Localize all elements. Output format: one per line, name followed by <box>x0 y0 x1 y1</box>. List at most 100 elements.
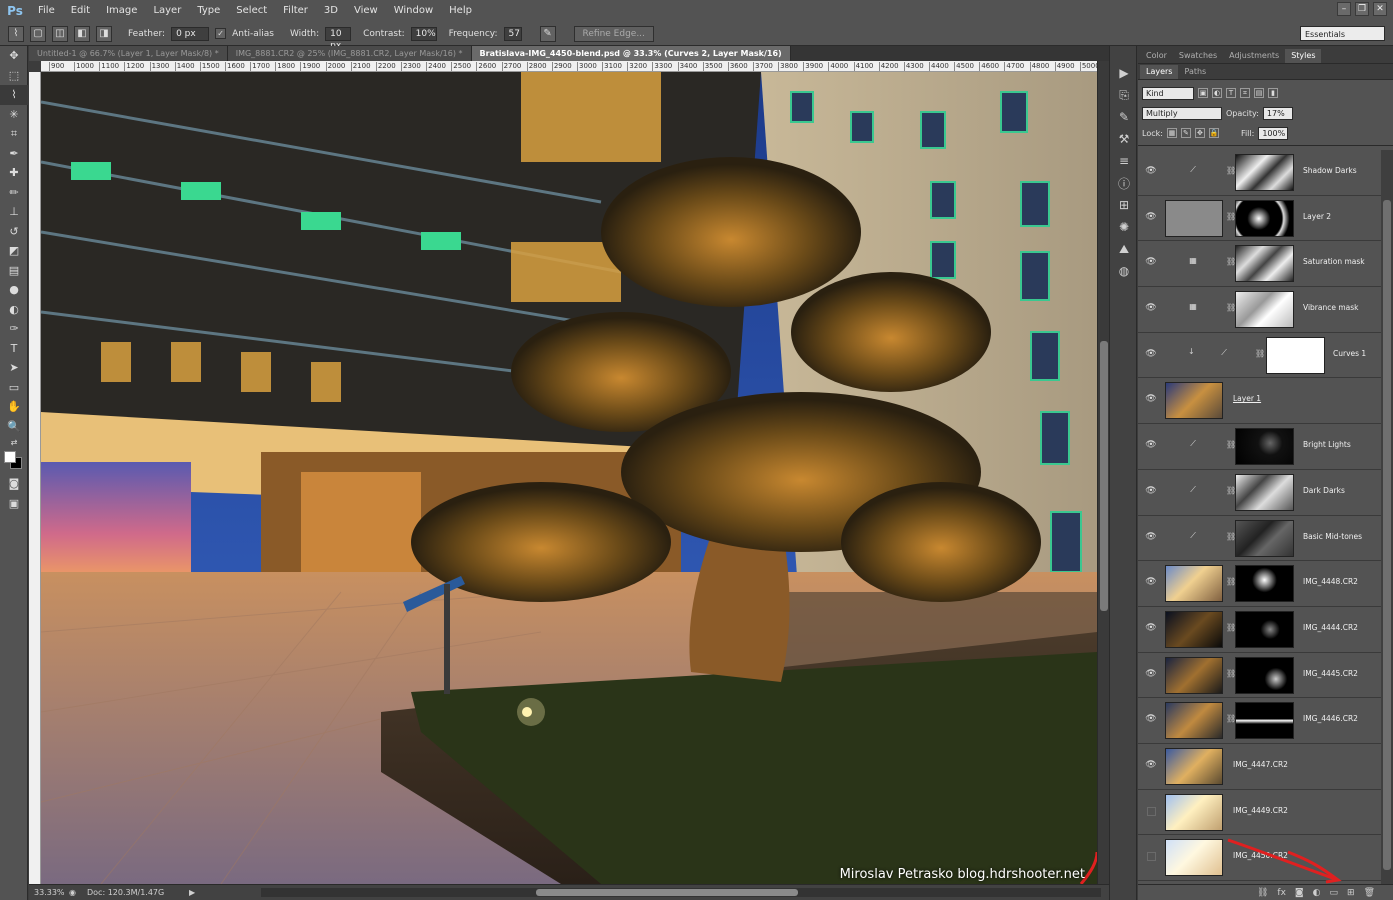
visibility-eye-icon[interactable]: 👁 <box>1145 622 1157 634</box>
blur-tool-icon[interactable]: ● <box>0 280 28 300</box>
tool-presets-icon[interactable]: ⚒ <box>1110 128 1138 150</box>
filter-toggle-icon[interactable]: ▮ <box>1268 88 1278 98</box>
light-icon[interactable]: ✺ <box>1110 216 1138 238</box>
quick-mask-icon[interactable]: ◙ <box>0 474 28 494</box>
menu-window[interactable]: Window <box>386 0 441 22</box>
menu-filter[interactable]: Filter <box>275 0 316 22</box>
play-action-icon[interactable]: ▶ <box>1110 62 1138 84</box>
visibility-eye-icon[interactable]: 👁 <box>1145 302 1157 314</box>
subtract-selection-icon[interactable]: ◧ <box>74 25 90 42</box>
lock-position-icon[interactable]: ✥ <box>1194 128 1205 138</box>
layer-img-4445[interactable]: 👁 ⛓ IMG_4445.CR2 <box>1138 652 1381 699</box>
layer-thumbnail[interactable] <box>1165 565 1223 603</box>
swap-colors-icon[interactable]: ⇄ <box>0 436 28 448</box>
tab-img-8881[interactable]: IMG_8881.CR2 @ 25% (IMG_8881.CR2, Layer … <box>227 46 472 61</box>
zoom-tool-icon[interactable]: 🔍 <box>0 417 28 437</box>
layer-thumbnail[interactable] <box>1165 382 1223 420</box>
layer-name[interactable]: IMG_4446.CR2 <box>1303 714 1358 723</box>
layer-mask-thumbnail[interactable] <box>1235 428 1294 466</box>
info-icon[interactable]: ⓘ <box>1110 172 1138 194</box>
document-horizontal-scrollbar[interactable] <box>261 888 1101 897</box>
visibility-eye-icon[interactable]: 👁 <box>1145 576 1157 588</box>
intersect-selection-icon[interactable]: ◨ <box>96 25 112 42</box>
filter-pixel-icon[interactable]: ▣ <box>1198 88 1208 98</box>
layer-thumbnail[interactable] <box>1165 747 1223 785</box>
eraser-tool-icon[interactable]: ◩ <box>0 241 28 261</box>
visibility-eye-icon[interactable]: 👁 <box>1145 485 1157 497</box>
layer-thumbnail[interactable] <box>1165 610 1223 648</box>
layer-layer-1[interactable]: 👁 Layer 1 <box>1138 378 1381 425</box>
layer-thumbnail[interactable] <box>1165 199 1223 237</box>
layer-name[interactable]: IMG_4444.CR2 <box>1303 623 1358 632</box>
visibility-eye-icon[interactable]: 👁 <box>1145 256 1157 268</box>
history-icon[interactable]: ⎘ <box>1110 84 1138 106</box>
add-mask-icon[interactable]: ◙ <box>1295 888 1304 898</box>
layer-mask-thumbnail[interactable] <box>1235 245 1294 283</box>
layer-name[interactable]: Dark Darks <box>1303 486 1345 495</box>
layer-vibrance-mask[interactable]: 👁 ▦ ⛓ Vibrance mask <box>1138 287 1381 333</box>
layer-img-4449[interactable]: IMG_4449.CR2 <box>1138 789 1381 836</box>
brush-presets-icon[interactable]: ✎ <box>1110 106 1138 128</box>
curves-adjustment-icon[interactable]: ⟋ <box>1187 485 1199 497</box>
new-selection-icon[interactable]: ▢ <box>30 25 46 42</box>
filter-smart-icon[interactable]: ▤ <box>1254 88 1264 98</box>
tab-adjustments[interactable]: Adjustments <box>1223 49 1285 63</box>
screen-mode-icon[interactable]: ▣ <box>0 494 28 514</box>
visibility-eye-icon[interactable]: 👁 <box>1145 531 1157 543</box>
layer-curves-1[interactable]: 👁 ↓ ⟋ ⛓ Curves 1 <box>1138 332 1381 379</box>
menu-file[interactable]: File <box>30 0 63 22</box>
layer-bright-lights[interactable]: 👁 ⟋ ⛓ Bright Lights <box>1138 424 1381 470</box>
layer-mask-thumbnail[interactable] <box>1235 565 1294 603</box>
lock-all-icon[interactable]: 🔒 <box>1208 128 1219 138</box>
layer-name[interactable]: Layer 1 <box>1233 394 1261 403</box>
blend-mode-select[interactable]: Multiply <box>1142 106 1222 120</box>
layer-mask-thumbnail[interactable] <box>1235 519 1294 557</box>
lock-pixels-icon[interactable]: ✎ <box>1180 128 1191 138</box>
minimize-icon[interactable]: – <box>1337 2 1351 16</box>
curves-adjustment-icon[interactable]: ⟋ <box>1187 439 1199 451</box>
frequency-input[interactable]: 57 <box>503 26 522 41</box>
document-canvas[interactable]: Miroslav Petrasko blog.hdrshooter.net <box>41 72 1097 884</box>
contrast-input[interactable]: 10% <box>410 26 437 41</box>
menu-view[interactable]: View <box>346 0 386 22</box>
trash-icon[interactable]: 🗑 <box>1364 888 1375 898</box>
layer-mask-thumbnail[interactable] <box>1235 154 1294 191</box>
status-info-icon[interactable]: ◉ <box>69 888 79 897</box>
layers-scrollbar[interactable] <box>1381 150 1393 884</box>
tab-styles[interactable]: Styles <box>1285 49 1322 63</box>
mountain-icon[interactable]: ⛰ <box>1110 238 1138 260</box>
menu-type[interactable]: Type <box>189 0 228 22</box>
eyedropper-tool-icon[interactable]: ✒ <box>0 144 28 164</box>
layer-mask-thumbnail[interactable] <box>1235 473 1294 511</box>
fill-input[interactable]: 100% <box>1258 126 1289 140</box>
layer-mask-thumbnail[interactable] <box>1235 291 1294 329</box>
history-brush-icon[interactable]: ↺ <box>0 222 28 242</box>
visibility-eye-icon[interactable]: 👁 <box>1145 393 1157 405</box>
tab-bratislava-blend[interactable]: Bratislava-IMG_4450-blend.psd @ 33.3% (C… <box>471 46 791 61</box>
menu-edit[interactable]: Edit <box>63 0 98 22</box>
layer-name[interactable]: Saturation mask <box>1303 257 1365 266</box>
layer-img-4450[interactable]: IMG_4450.CR2 <box>1138 835 1381 881</box>
lasso-tool-icon[interactable]: ⌇ <box>0 85 28 105</box>
color-swatches[interactable] <box>0 448 28 474</box>
curves-adjustment-icon[interactable]: ⟋ <box>1187 531 1199 543</box>
layer-name[interactable]: Vibrance mask <box>1303 303 1359 312</box>
layer-thumbnail[interactable] <box>1165 656 1223 694</box>
shape-tool-icon[interactable]: ▭ <box>0 378 28 398</box>
layer-dark-darks[interactable]: 👁 ⟋ ⛓ Dark Darks <box>1138 469 1381 516</box>
layer-shadow-darks[interactable]: 👁 ⟋ ⛓ Shadow Darks <box>1138 150 1381 196</box>
checkbox-icon[interactable]: ✓ <box>215 28 227 39</box>
opacity-input[interactable]: 17% <box>1262 106 1293 120</box>
tab-layers[interactable]: Layers <box>1140 65 1179 79</box>
restore-icon[interactable]: ❐ <box>1355 2 1369 16</box>
hue-saturation-icon[interactable]: ▦ <box>1187 256 1199 268</box>
close-icon[interactable]: ✕ <box>1373 2 1387 16</box>
workspace-select[interactable]: Essentials <box>1300 26 1385 41</box>
status-arrow-icon[interactable]: ▶ <box>189 888 195 897</box>
crop-tool-icon[interactable]: ⌗ <box>0 124 28 144</box>
tab-color[interactable]: Color <box>1140 49 1173 63</box>
new-group-icon[interactable]: ▭ <box>1330 888 1339 898</box>
visibility-eye-icon[interactable]: 👁 <box>1145 348 1157 360</box>
type-tool-icon[interactable]: T <box>0 339 28 359</box>
layer-img-4444[interactable]: 👁 ⛓ IMG_4444.CR2 <box>1138 606 1381 653</box>
